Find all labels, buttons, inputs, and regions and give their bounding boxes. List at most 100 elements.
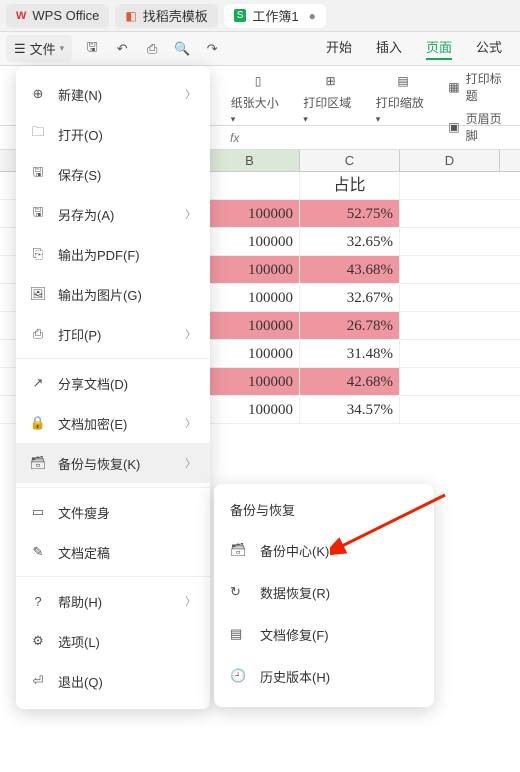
cell[interactable]: 34.57% bbox=[300, 396, 400, 423]
menu-item-pdf[interactable]: ⎘输出为PDF(F) bbox=[16, 234, 210, 274]
share-icon: ↗ bbox=[30, 375, 46, 391]
ribbon-print-title[interactable]: ▦ 打印标题 bbox=[448, 70, 512, 104]
menu-item-final[interactable]: ✎ 文档定稿 bbox=[16, 532, 210, 572]
file-menu: ⊕新建(N)〉🗀打开(O)🖫保存(S)🖫另存为(A)〉⎘输出为PDF(F)🖼输出… bbox=[16, 66, 210, 709]
menu-item-label: 帮助(H) bbox=[58, 592, 102, 611]
wps-icon: W bbox=[16, 10, 26, 22]
cell[interactable]: 占比 bbox=[300, 172, 400, 199]
tab-docshell[interactable]: ◧ 找稻壳模板 bbox=[115, 4, 217, 28]
menu-item-share[interactable]: ↗分享文档(D) bbox=[16, 363, 210, 403]
menu-item-encrypt[interactable]: 🔒文档加密(E)〉 bbox=[16, 403, 210, 443]
tab-label: 找稻壳模板 bbox=[143, 6, 208, 25]
redo-icon[interactable]: ↷ bbox=[202, 39, 222, 59]
cell[interactable]: 100000 bbox=[200, 340, 300, 367]
col-header-d[interactable]: D bbox=[400, 150, 500, 171]
menu-item-save[interactable]: 🖫保存(S) bbox=[16, 154, 210, 194]
ribbon-print-scale[interactable]: ▤ 打印缩放 ▾ bbox=[376, 70, 431, 125]
menu-item-label: 退出(Q) bbox=[58, 672, 103, 691]
final-icon: ✎ bbox=[30, 544, 46, 560]
menu-item-slim[interactable]: ▭文件瘦身 bbox=[16, 492, 210, 532]
print-title-icon: ▦ bbox=[448, 80, 459, 94]
open-icon: 🗀 bbox=[30, 123, 46, 145]
chevron-right-icon: 〉 bbox=[185, 415, 196, 431]
menu-item-options[interactable]: ⚙选项(L) bbox=[16, 621, 210, 661]
tab-formula[interactable]: 公式 bbox=[476, 37, 502, 60]
menu-item-image[interactable]: 🖼输出为图片(G) bbox=[16, 274, 210, 314]
exit-icon: ⏎ bbox=[30, 673, 46, 689]
file-label: 文件 bbox=[30, 39, 56, 58]
menu-item-exit[interactable]: ⏎ 退出(Q) bbox=[16, 661, 210, 701]
backup-icon: 🗃 bbox=[30, 455, 46, 471]
menu-item-print[interactable]: ⎙打印(P)〉 bbox=[16, 314, 210, 354]
ribbon-label: 打印缩放 bbox=[376, 96, 424, 110]
menu-item-new[interactable]: ⊕新建(N)〉 bbox=[16, 74, 210, 114]
menu-item-label: 文件瘦身 bbox=[58, 503, 110, 522]
cell[interactable]: 100000 bbox=[200, 228, 300, 255]
cell[interactable]: 31.48% bbox=[300, 340, 400, 367]
fx-label: fx bbox=[230, 131, 239, 145]
menu-item-label: 新建(N) bbox=[58, 85, 102, 104]
menu-item-saveas[interactable]: 🖫另存为(A)〉 bbox=[16, 194, 210, 234]
file-button[interactable]: ☰ 文件 ▾ bbox=[6, 35, 72, 62]
menu-item-label: 打印(P) bbox=[58, 325, 101, 344]
tab-wps-office[interactable]: W WPS Office bbox=[6, 4, 109, 28]
undo-icon[interactable]: ↶ bbox=[112, 39, 132, 59]
cell[interactable]: 26.78% bbox=[300, 312, 400, 339]
cell[interactable]: 100000 bbox=[200, 368, 300, 395]
save-icon[interactable]: 🖫 bbox=[82, 39, 102, 59]
ribbon-page-size[interactable]: ▯ 纸张大小 ▾ bbox=[231, 70, 286, 125]
cell[interactable] bbox=[200, 172, 300, 199]
sheet-icon: S bbox=[234, 9, 247, 22]
doc-repair-icon: ▤ bbox=[230, 626, 248, 642]
cell[interactable]: 52.75% bbox=[300, 200, 400, 227]
print-icon: ⎙ bbox=[30, 326, 46, 342]
close-icon[interactable]: ● bbox=[309, 9, 316, 23]
ribbon-label: 页眉页脚 bbox=[466, 110, 512, 144]
submenu-item-doc-repair[interactable]: ▤ 文档修复(F) bbox=[214, 613, 434, 655]
cell[interactable]: 32.67% bbox=[300, 284, 400, 311]
help-icon: ? bbox=[30, 594, 46, 609]
submenu-item-backup-center[interactable]: 🗃备份中心(K) bbox=[214, 529, 434, 571]
chevron-down-icon: ▾ bbox=[60, 43, 65, 54]
menu-icon: ☰ bbox=[14, 41, 26, 57]
menu-item-help[interactable]: ? 帮助(H) 〉 bbox=[16, 581, 210, 621]
backup-submenu: 备份与恢复 🗃备份中心(K)↻数据恢复(R)▤文档修复(F)🕘历史版本(H) bbox=[214, 484, 434, 707]
print-area-icon: ⊞ bbox=[325, 70, 335, 92]
submenu-item-data-recover[interactable]: ↻数据恢复(R) bbox=[214, 571, 434, 613]
chevron-right-icon: 〉 bbox=[185, 206, 196, 222]
print-icon[interactable]: ⎙ bbox=[142, 39, 162, 59]
encrypt-icon: 🔒 bbox=[30, 415, 46, 431]
image-icon: 🖼 bbox=[30, 286, 46, 302]
menu-item-backup[interactable]: 🗃备份与恢复(K)〉 bbox=[16, 443, 210, 483]
col-header-c[interactable]: C bbox=[300, 150, 400, 171]
col-header-b[interactable]: B bbox=[200, 150, 300, 171]
cell[interactable]: 100000 bbox=[200, 256, 300, 283]
tab-label: WPS Office bbox=[32, 8, 99, 23]
cell[interactable]: 100000 bbox=[200, 200, 300, 227]
tab-page[interactable]: 页面 bbox=[426, 37, 452, 60]
chevron-right-icon: 〉 bbox=[185, 455, 196, 471]
cell[interactable]: 100000 bbox=[200, 396, 300, 423]
header-footer-icon: ▣ bbox=[448, 120, 459, 134]
ribbon-label: 打印标题 bbox=[466, 70, 512, 104]
menu-item-label: 文档定稿 bbox=[58, 543, 110, 562]
cell[interactable]: 100000 bbox=[200, 312, 300, 339]
chevron-right-icon: 〉 bbox=[185, 593, 196, 609]
menu-item-label: 输出为PDF(F) bbox=[58, 245, 140, 264]
ribbon-print-area[interactable]: ⊞ 打印区域 ▾ bbox=[303, 70, 358, 125]
menu-item-open[interactable]: 🗀打开(O) bbox=[16, 114, 210, 154]
cell[interactable]: 100000 bbox=[200, 284, 300, 311]
ribbon-label: 打印区域 bbox=[303, 96, 351, 110]
tab-insert[interactable]: 插入 bbox=[376, 37, 402, 60]
cell[interactable]: 32.65% bbox=[300, 228, 400, 255]
preview-icon[interactable]: 🔍 bbox=[172, 39, 192, 59]
ribbon-header-footer[interactable]: ▣ 页眉页脚 bbox=[448, 110, 512, 144]
tab-start[interactable]: 开始 bbox=[326, 37, 352, 60]
cell[interactable]: 43.68% bbox=[300, 256, 400, 283]
window-tabs: W WPS Office ◧ 找稻壳模板 S 工作簿1 ● bbox=[0, 0, 520, 32]
submenu-item-history[interactable]: 🕘历史版本(H) bbox=[214, 655, 434, 697]
submenu-item-label: 文档修复(F) bbox=[260, 625, 329, 644]
data-recover-icon: ↻ bbox=[230, 584, 248, 600]
cell[interactable]: 42.68% bbox=[300, 368, 400, 395]
tab-workbook[interactable]: S 工作簿1 ● bbox=[224, 4, 326, 28]
